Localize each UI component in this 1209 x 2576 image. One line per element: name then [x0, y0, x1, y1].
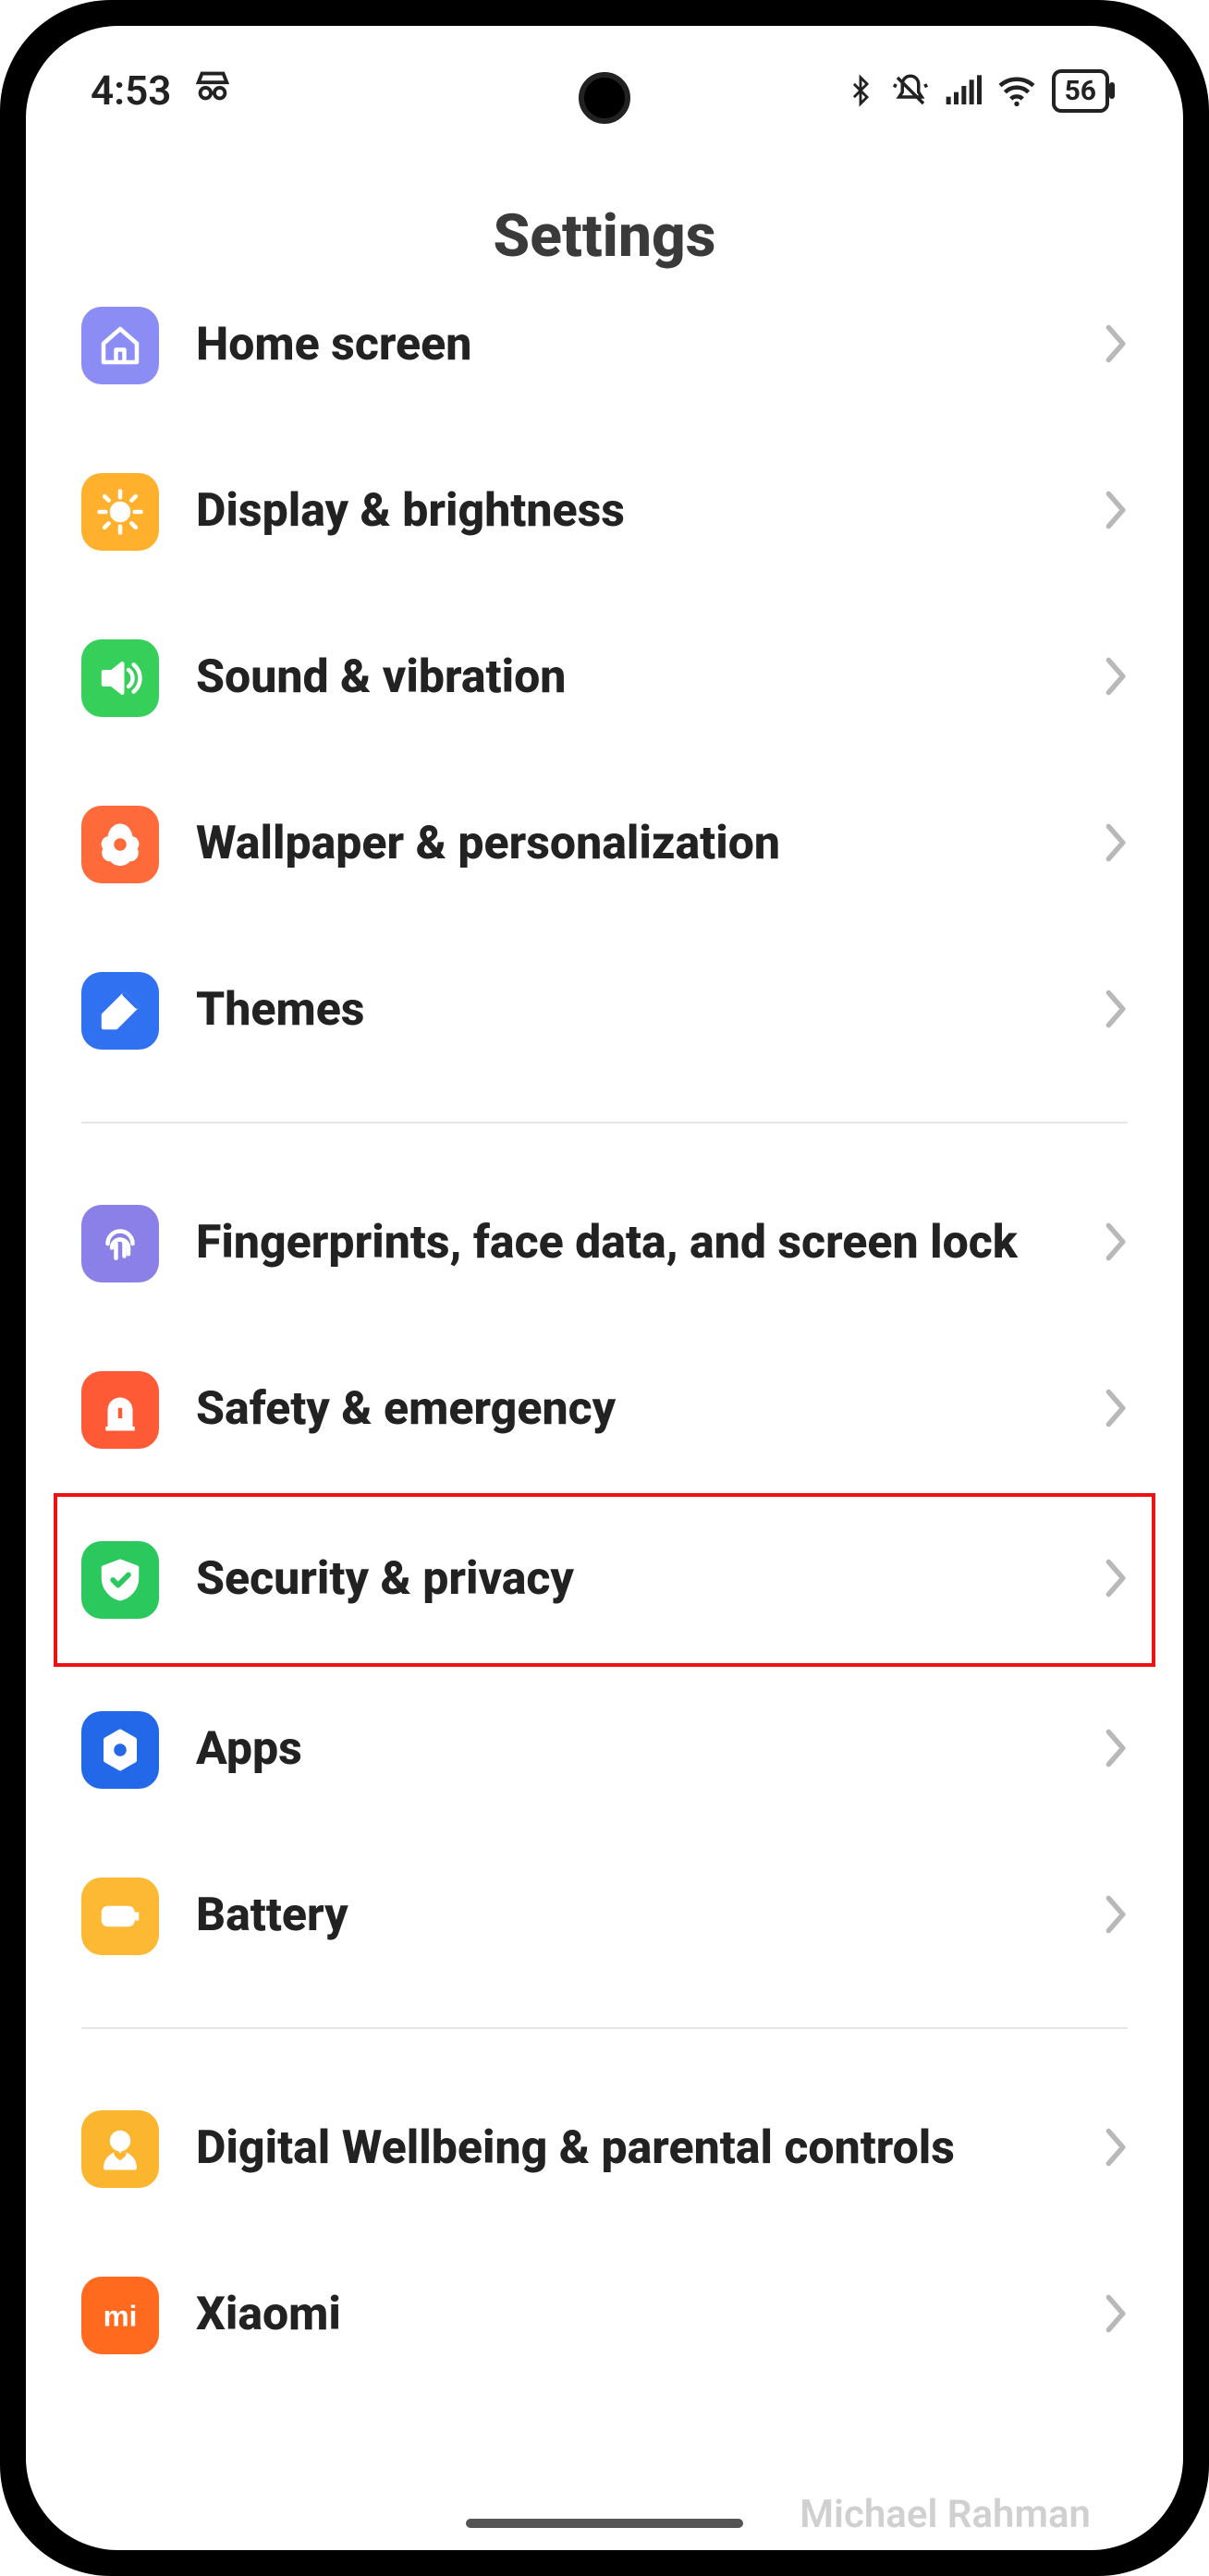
- settings-list[interactable]: Home screen Display & brightness Sound & v…: [26, 303, 1183, 2550]
- fingerprint-icon: [81, 1205, 159, 1282]
- shield-icon: [81, 1541, 159, 1619]
- section-divider: [81, 2027, 1128, 2029]
- settings-row-apps[interactable]: Apps: [81, 1667, 1128, 1833]
- person-heart-icon: [81, 2110, 159, 2188]
- chevron-right-icon: [1102, 989, 1128, 1033]
- settings-row-label: Security & privacy: [196, 1553, 1065, 1607]
- status-bar-left: 4:53: [91, 65, 234, 117]
- page-title: Settings: [26, 201, 1183, 271]
- speaker-icon: [81, 639, 159, 717]
- settings-row-label: Fingerprints, face data, and screen lock: [196, 1217, 1065, 1270]
- settings-row-safety[interactable]: Safety & emergency: [81, 1327, 1128, 1493]
- status-bar-right: 56: [845, 69, 1109, 113]
- chevron-right-icon: [1102, 323, 1128, 368]
- settings-row-security[interactable]: Security & privacy: [81, 1497, 1128, 1663]
- chevron-right-icon: [1102, 2293, 1128, 2338]
- settings-row-label: Display & brightness: [196, 485, 1065, 539]
- incognito-icon: [191, 65, 234, 117]
- flower-icon: [81, 806, 159, 883]
- clock-text: 4:53: [91, 67, 171, 115]
- settings-row-battery[interactable]: Battery: [81, 1833, 1128, 1999]
- chevron-right-icon: [1102, 1221, 1128, 1266]
- wifi-icon: [996, 74, 1037, 107]
- siren-icon: [81, 1371, 159, 1449]
- settings-row-wellbeing[interactable]: Digital Wellbeing & parental controls: [81, 2066, 1128, 2232]
- settings-row-xiaomi[interactable]: mi Xiaomi: [81, 2232, 1128, 2399]
- settings-row-label: Battery: [196, 1889, 1065, 1943]
- sun-icon: [81, 473, 159, 551]
- settings-row-label: Apps: [196, 1723, 1065, 1777]
- battery-level-text: 56: [1065, 75, 1096, 107]
- gesture-nav-handle[interactable]: [466, 2519, 743, 2528]
- settings-row-label: Themes: [196, 984, 1065, 1038]
- settings-row-wallpaper[interactable]: Wallpaper & personaliza­tion: [81, 761, 1128, 928]
- settings-row-sound[interactable]: Sound & vibration: [81, 595, 1128, 761]
- chevron-right-icon: [1102, 1894, 1128, 1938]
- settings-row-label: Safety & emergency: [196, 1383, 1065, 1437]
- phone-screen: 4:53: [26, 26, 1183, 2550]
- battery-indicator: 56: [1052, 69, 1109, 113]
- settings-row-label: Home screen: [196, 319, 1065, 372]
- status-bar: 4:53: [26, 26, 1183, 155]
- chevron-right-icon: [1102, 1388, 1128, 1432]
- annotation-highlight: Security & privacy: [54, 1493, 1155, 1667]
- settings-row-label: Digital Wellbeing & parental controls: [196, 2122, 1065, 2176]
- chevron-right-icon: [1102, 2127, 1128, 2171]
- settings-row-display[interactable]: Display & brightness: [81, 429, 1128, 595]
- watermark-text: Michael Rahman: [800, 2492, 1091, 2537]
- phone-frame: 4:53: [0, 0, 1209, 2576]
- cellular-signal-icon: [945, 75, 982, 106]
- brush-icon: [81, 972, 159, 1050]
- chevron-right-icon: [1102, 490, 1128, 534]
- chevron-right-icon: [1102, 1728, 1128, 1772]
- chevron-right-icon: [1102, 822, 1128, 867]
- svg-text:mi: mi: [104, 2299, 138, 2332]
- settings-row-label: Xiaomi: [196, 2289, 1065, 2342]
- gear-hex-icon: [81, 1711, 159, 1789]
- section-divider: [81, 1122, 1128, 1124]
- home-icon: [81, 307, 159, 384]
- settings-row-home-screen[interactable]: Home screen: [81, 303, 1128, 429]
- chevron-right-icon: [1102, 656, 1128, 700]
- settings-row-biometrics[interactable]: Fingerprints, face data, and screen lock: [81, 1160, 1128, 1327]
- bluetooth-icon: [845, 72, 876, 109]
- mi-icon: mi: [81, 2277, 159, 2354]
- chevron-right-icon: [1102, 1558, 1128, 1602]
- vibrate-mute-icon: [891, 71, 930, 110]
- settings-row-label: Sound & vibration: [196, 651, 1065, 705]
- settings-row-themes[interactable]: Themes: [81, 928, 1128, 1094]
- settings-row-label: Wallpaper & personaliza­tion: [196, 818, 1065, 871]
- battery-icon: [81, 1877, 159, 1955]
